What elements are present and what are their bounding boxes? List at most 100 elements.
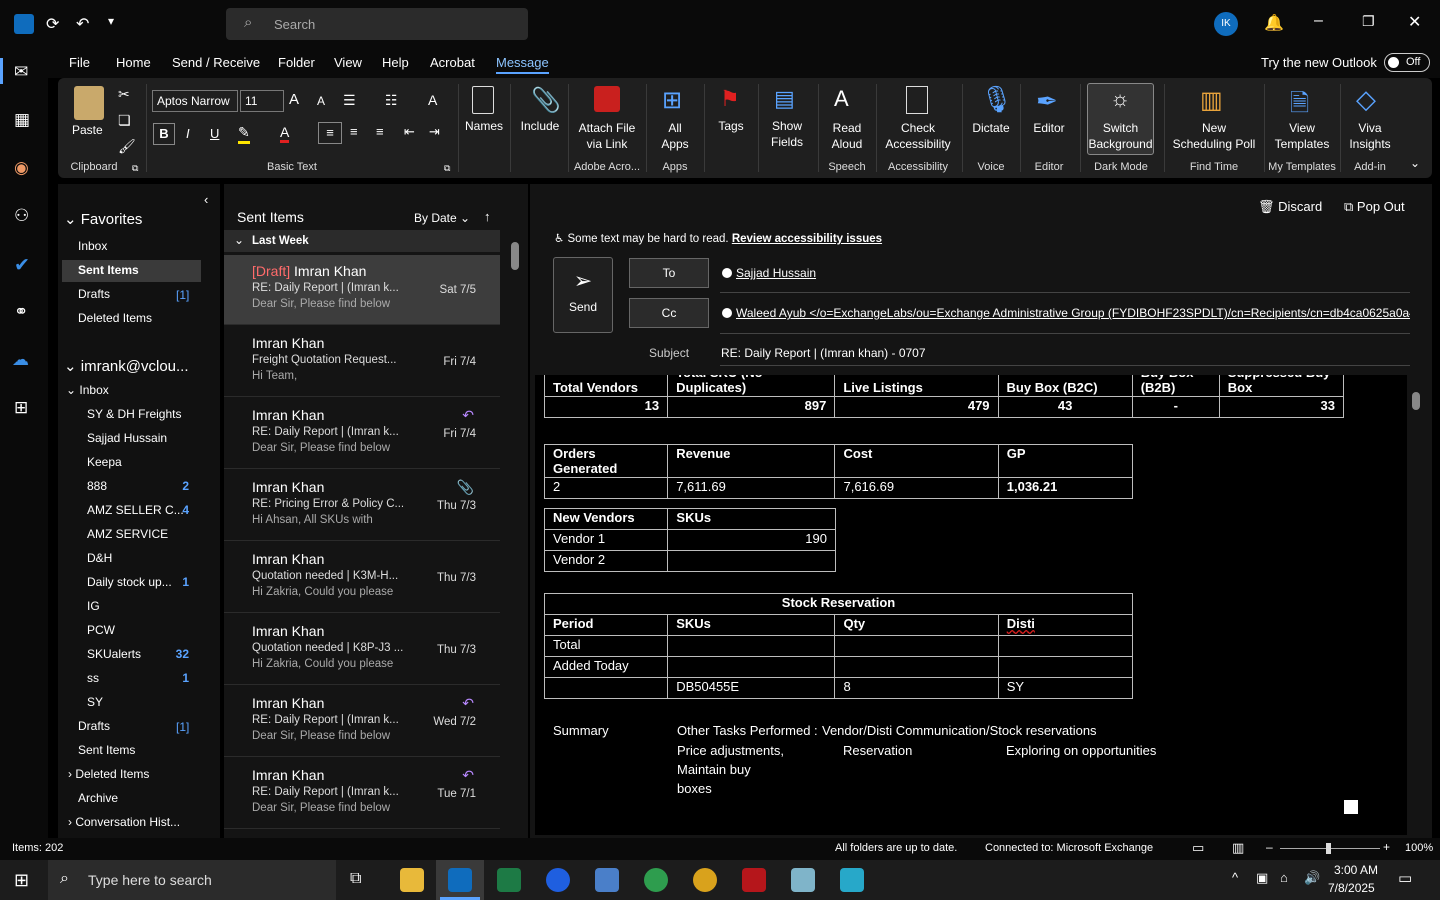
message-item[interactable]: Imran Khan Quotation needed | K3M-H... Hi … xyxy=(224,543,500,613)
reading-view-icon[interactable]: ▥ xyxy=(1232,840,1244,856)
bell-icon[interactable]: 🔔 xyxy=(1264,13,1284,33)
list-scrollbar[interactable] xyxy=(510,232,520,828)
list-scroll-thumb[interactable] xyxy=(511,242,519,270)
inbox-subfolder[interactable]: IG xyxy=(87,596,197,616)
editor-pen-icon[interactable]: ✒ xyxy=(1036,86,1058,117)
discard-button[interactable]: 🗑 Discard xyxy=(1258,199,1322,215)
check-accessibility-icon[interactable] xyxy=(906,86,928,114)
people-icon[interactable]: ⚇ xyxy=(14,206,29,226)
message-item[interactable]: Imran Khan RE: Daily Report | (Imran k...… xyxy=(224,687,500,757)
apps-icon[interactable]: ⊞ xyxy=(14,398,28,418)
fav-inbox[interactable]: Inbox xyxy=(78,236,107,256)
highlight-icon[interactable]: ✎ xyxy=(238,124,250,144)
inbox-subfolder[interactable]: D&H xyxy=(87,548,197,568)
quick-access-menu-icon[interactable]: ▾ xyxy=(108,14,114,28)
font-name-dropdown[interactable]: Aptos Narrow xyxy=(152,90,238,112)
notifications-icon[interactable]: ▭ xyxy=(1398,869,1412,887)
app-diamond-icon[interactable] xyxy=(840,868,864,892)
attach-file-via-link-button[interactable]: Attach File via Link xyxy=(574,120,640,152)
switch-background-button[interactable]: ☼ Switch Background xyxy=(1087,83,1154,155)
calendar-icon[interactable]: ▦ xyxy=(14,110,30,130)
inbox-subfolder[interactable]: AMZ SERVICE xyxy=(87,524,197,544)
review-accessibility-link[interactable]: Review accessibility issues xyxy=(732,233,882,245)
account-header[interactable]: ⌄ imrank@vclou... xyxy=(64,357,189,375)
zoom-out-icon[interactable]: – xyxy=(1266,840,1273,854)
try-new-outlook-toggle[interactable]: Off xyxy=(1384,53,1430,72)
chrome-icon[interactable] xyxy=(644,868,668,892)
resize-handle[interactable] xyxy=(1344,800,1358,814)
font-size-dropdown[interactable]: 11 xyxy=(240,90,284,112)
include-button[interactable]: Include xyxy=(518,118,562,134)
archive-folder[interactable]: Archive xyxy=(78,788,118,808)
inbox-subfolder[interactable]: SKUalerts 32 xyxy=(87,644,197,664)
inbox-subfolder[interactable]: 888 2 xyxy=(87,476,197,496)
inbox-subfolder[interactable]: Sajjad Hussain xyxy=(87,428,197,448)
inbox-subfolder[interactable]: SY xyxy=(87,692,197,712)
message-item[interactable]: [Draft] Imran Khan RE: Daily Report | (Im… xyxy=(224,255,500,325)
increase-indent-icon[interactable]: ⇥ xyxy=(429,124,440,140)
sync-icon[interactable]: ⟳ xyxy=(46,14,59,34)
drafts-folder[interactable]: Drafts xyxy=(78,716,110,736)
menu-acrobat[interactable]: Acrobat xyxy=(430,55,475,70)
show-fields-icon[interactable]: ▤ xyxy=(774,86,795,112)
menu-folder[interactable]: Folder xyxy=(278,55,315,70)
chrome-profile-icon[interactable] xyxy=(693,868,717,892)
align-center-icon[interactable]: ≡ xyxy=(350,124,358,139)
decrease-indent-icon[interactable]: ⇤ xyxy=(404,124,415,140)
shrink-font-icon[interactable]: A xyxy=(317,94,325,108)
cut-icon[interactable]: ✂ xyxy=(118,86,130,103)
inbox-subfolder[interactable]: ss 1 xyxy=(87,668,197,688)
show-fields-button[interactable]: Show Fields xyxy=(764,118,810,150)
search-box[interactable]: ⌕ Search xyxy=(226,8,528,40)
underline-icon[interactable]: U xyxy=(210,126,219,141)
cc-recipient[interactable]: Waleed Ayub </o=ExchangeLabs/ou=Exchange… xyxy=(736,306,1410,320)
task-view-icon[interactable]: ⧉ xyxy=(350,870,361,888)
normal-view-icon[interactable]: ▭ xyxy=(1192,840,1204,856)
zoom-slider-thumb[interactable] xyxy=(1326,843,1331,854)
basic-text-launcher-icon[interactable]: ⧉ xyxy=(444,163,450,174)
viva-insights-icon[interactable]: ◇ xyxy=(1356,84,1376,115)
microphone-icon[interactable]: 🎙 xyxy=(980,84,1013,115)
minimize-icon[interactable]: – xyxy=(1314,12,1323,30)
view-templates-button[interactable]: View Templates xyxy=(1270,120,1334,152)
italic-icon[interactable]: I xyxy=(186,126,190,141)
windows-start-icon[interactable]: ⊞ xyxy=(14,870,29,891)
align-right-icon[interactable]: ≡ xyxy=(376,124,384,139)
to-button[interactable]: To xyxy=(629,258,709,288)
format-painter-icon[interactable]: 🖌 xyxy=(118,138,136,155)
fav-sent-items[interactable]: Sent Items xyxy=(78,260,139,280)
all-apps-icon[interactable]: ⊞ xyxy=(662,86,682,115)
restore-icon[interactable]: ❐ xyxy=(1362,13,1375,30)
tray-app-icon[interactable]: ▣ xyxy=(1256,870,1268,886)
subject-field[interactable]: RE: Daily Report | (Imran khan) - 0707 xyxy=(721,346,926,360)
clock-date[interactable]: 7/8/2025 xyxy=(1328,881,1375,895)
onedrive-icon[interactable]: ☁ xyxy=(12,350,29,370)
new-scheduling-poll-button[interactable]: New Scheduling Poll xyxy=(1168,120,1260,152)
network-icon[interactable]: ⌂ xyxy=(1280,870,1288,885)
menu-view[interactable]: View xyxy=(334,55,362,70)
file-explorer-icon[interactable] xyxy=(400,868,424,892)
copilot-icon[interactable]: ◉ xyxy=(14,158,29,178)
zoom-in-icon[interactable]: + xyxy=(1383,840,1390,854)
clock-time[interactable]: 3:00 AM xyxy=(1333,863,1379,877)
flag-icon[interactable]: ⚑ xyxy=(720,86,740,112)
inbox-subfolder[interactable]: Daily stock up... 1 xyxy=(87,572,197,592)
cc-button[interactable]: Cc xyxy=(629,298,709,328)
menu-send-receive[interactable]: Send / Receive xyxy=(172,55,260,70)
taskbar-search[interactable]: ⌕ Type here to search xyxy=(48,860,336,900)
sent-items-folder[interactable]: Sent Items xyxy=(78,740,135,760)
inbox-folder[interactable]: ⌄ Inbox xyxy=(66,380,109,400)
align-left-icon[interactable]: ≡ xyxy=(318,122,342,144)
message-body[interactable]: Total Vendors Total SKU (No Duplicates) … xyxy=(535,375,1407,835)
bold-icon[interactable]: B xyxy=(153,123,175,145)
avatar[interactable]: IK xyxy=(1214,12,1238,36)
deleted-items-folder[interactable]: › Deleted Items xyxy=(68,764,149,784)
grow-font-icon[interactable]: A xyxy=(289,91,299,108)
inbox-subfolder[interactable]: Keepa xyxy=(87,452,197,472)
close-icon[interactable]: ✕ xyxy=(1408,12,1421,32)
conversation-history-folder[interactable]: › Conversation Hist... xyxy=(68,812,180,832)
read-aloud-icon[interactable]: A xyxy=(834,86,849,112)
copy-icon[interactable]: ❏ xyxy=(118,112,131,129)
calculator-icon[interactable] xyxy=(595,868,619,892)
zoom-app-icon[interactable] xyxy=(546,868,570,892)
